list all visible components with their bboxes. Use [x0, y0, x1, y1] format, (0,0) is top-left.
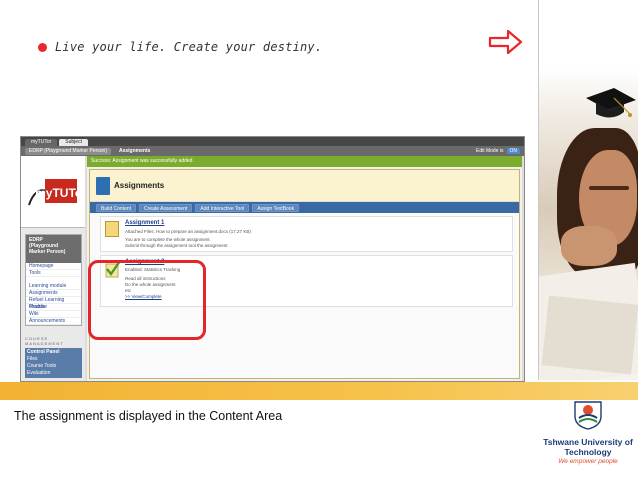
control-panel-evaluation[interactable]: Evaluation: [27, 370, 80, 377]
menu-item-assignments[interactable]: Assignments: [26, 290, 81, 297]
university-slogan: We empower people: [558, 458, 618, 465]
breadcrumb-course[interactable]: EDRP (Playground Marker Person): [25, 147, 111, 155]
tut-logo: Tshwane University of Technology We empo…: [538, 398, 638, 479]
assign-textbook-button[interactable]: Assign TextBook: [252, 203, 300, 212]
menu-item-announcements[interactable]: Announcements: [26, 318, 81, 325]
assignments-icon: [96, 176, 110, 195]
tab-subject[interactable]: Subject: [59, 139, 88, 146]
tagline: Live your life. Create your destiny.: [38, 40, 322, 54]
menu-item-refuel[interactable]: Refuel Learning Module: [26, 297, 81, 310]
lms-screenshot: myTUTor Subject EDRP (Playground Marker …: [20, 136, 525, 382]
tagline-text: Live your life. Create your destiny.: [55, 40, 323, 54]
bullet-dot-icon: [38, 42, 47, 52]
course-menu-header: EDRP (Playground Marker Person): [26, 235, 81, 263]
course-menu: EDRP (Playground Marker Person) Homepage…: [25, 234, 82, 326]
success-message: Success: Assignment was successfully add…: [87, 156, 522, 167]
page-title: Assignments: [114, 181, 165, 190]
control-panel-header[interactable]: Control Panel: [27, 349, 80, 356]
logo-text: myTUTor: [35, 186, 81, 200]
menu-item-learning-module[interactable]: Learning module: [26, 283, 81, 290]
create-assessment-button[interactable]: Create Assessment: [139, 203, 193, 212]
breadcrumb: EDRP (Playground Marker Person) Assignme…: [21, 146, 524, 156]
slide-caption: The assignment is displayed in the Conte…: [14, 409, 283, 423]
menu-item-tools[interactable]: Tools: [26, 270, 81, 277]
menu-item-homepage[interactable]: Homepage: [26, 263, 81, 270]
menu-item-wiki[interactable]: Wiki: [26, 311, 81, 318]
highlight-circle: [88, 260, 206, 340]
edit-mode-value[interactable]: ON: [506, 148, 520, 154]
control-panel-course-tools[interactable]: Course Tools: [27, 363, 80, 370]
add-interactive-tool-button[interactable]: Add Interactive Tool: [195, 203, 250, 212]
graduation-cap-icon: [586, 88, 636, 118]
breadcrumb-page: Assignments: [119, 148, 151, 154]
lms-tab-bar: myTUTor Subject: [21, 137, 524, 146]
tab-mytutor[interactable]: myTUTor: [25, 139, 58, 146]
university-name: Tshwane University of Technology: [543, 437, 633, 457]
arrow-right-icon: [488, 29, 523, 55]
content-item-assignment-1[interactable]: Assignment 1 Attached Files: How to prep…: [100, 216, 513, 252]
assignment-icon: [105, 221, 119, 237]
assignment-1-title[interactable]: Assignment 1: [125, 220, 164, 226]
control-panel: Control Panel Files Course Tools Evaluat…: [25, 348, 82, 378]
course-management-title: COURSE MANAGEMENT: [25, 336, 64, 346]
page-header: Assignments: [90, 170, 519, 202]
content-toolbar: Build Content Create Assessment Add Inte…: [90, 202, 519, 213]
mytutor-logo: myTUTor: [21, 156, 85, 228]
build-content-button[interactable]: Build Content: [96, 203, 137, 212]
edit-mode-toggle[interactable]: Edit Mode is ON: [476, 148, 520, 154]
menu-item-practice[interactable]: Practice: [26, 304, 81, 311]
tut-emblem-icon: [574, 401, 602, 430]
edit-mode-label: Edit Mode is: [475, 148, 504, 154]
control-panel-files[interactable]: Files: [27, 356, 80, 363]
student-photo: [539, 0, 638, 380]
course-sidebar: myTUTor EDRP (Playground Marker Person) …: [21, 156, 85, 381]
